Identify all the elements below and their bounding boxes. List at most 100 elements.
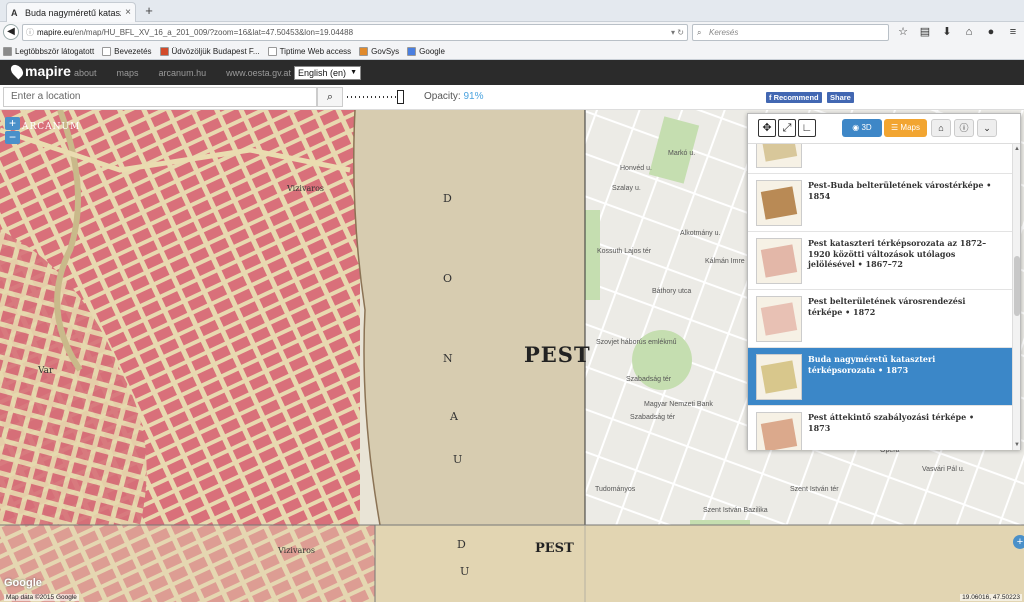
map-toolbar: Enter a location ⌕ Opacity: 91% f Recomm… <box>0 85 1024 110</box>
measure-icon[interactable]: ∟ <box>798 119 816 137</box>
info-icon[interactable]: ⓘ <box>954 119 974 137</box>
new-tab-button[interactable]: + <box>142 3 156 18</box>
tab-title: Buda nagyméretű kataszteri... <box>25 7 121 18</box>
download-icon[interactable]: ⬇ <box>939 24 955 40</box>
bookmark-icon <box>267 46 277 56</box>
maps-button[interactable]: ☰ Maps <box>884 119 927 137</box>
bookmarks-bar: Legtöbbször látogatott Bevezetés Üdvözöljü… <box>0 43 1024 60</box>
river-letter: D <box>457 538 466 551</box>
home-icon[interactable]: ⌂ <box>931 119 951 137</box>
bookmark-label: Bevezetés <box>114 46 152 56</box>
street-label: Báthory utca <box>652 288 692 295</box>
map-list: Pest-Buda belterületének várostérképe • … <box>748 144 1012 450</box>
map-list-item[interactable] <box>748 144 1012 174</box>
chevron-down-icon[interactable]: ⌄ <box>977 119 997 137</box>
river-letter: D <box>443 192 452 205</box>
scroll-down-icon[interactable]: ▼ <box>1013 442 1021 448</box>
map-label-pest: PEST <box>524 342 591 367</box>
bookmark-icon <box>159 46 169 56</box>
map-list-item[interactable]: Pest áttekintő szabályozási térképe • 18… <box>748 406 1012 450</box>
close-tab-icon[interactable]: × <box>125 7 131 18</box>
map-title: Pest-Buda belterületének várostérképe • … <box>808 180 992 201</box>
back-button[interactable]: ◀ <box>3 24 19 40</box>
river-letter: U <box>460 565 470 578</box>
expand-button[interactable]: + <box>1013 535 1024 549</box>
street-label: Honvéd u. <box>620 165 652 172</box>
menu-arcanum[interactable]: arcanum.hu <box>159 68 207 78</box>
search-icon: ⌕ <box>326 91 334 103</box>
panel-scrollbar[interactable]: ▲ ▼ <box>1012 144 1020 450</box>
river-letter: O <box>443 272 453 285</box>
bookmark-item[interactable]: Google <box>407 46 445 56</box>
chat-icon[interactable]: ● <box>983 24 999 40</box>
street-label: Szalay u. <box>612 185 641 192</box>
map-title: Pest áttekintő szabályozási térképe • 18… <box>808 412 975 433</box>
slider-handle[interactable] <box>397 90 404 104</box>
opacity-value: 91% <box>463 91 484 102</box>
location-search-button[interactable]: ⌕ <box>317 87 343 107</box>
map-list-item[interactable]: Buda nagyméretű kataszteri térképsorozat… <box>748 348 1012 406</box>
map-list-panel: ✥ ⤢ ∟ ◉ 3D ☰ Maps ⌂ ⓘ ⌄ Pest-Buda belter… <box>747 113 1021 450</box>
browser-search-input[interactable]: ⌕ Keresés <box>692 24 889 41</box>
logo-text: mapire <box>25 63 71 79</box>
location-input[interactable]: Enter a location <box>3 87 317 107</box>
facebook-share-button[interactable]: Share <box>827 92 854 103</box>
street-label: Kossuth Lajos tér <box>597 248 652 255</box>
mapire-logo[interactable]: mapire <box>8 62 71 80</box>
3d-button[interactable]: ◉ 3D <box>842 119 882 137</box>
app-header: mapire about maps arcanum.hu www.oesta.g… <box>0 60 1024 85</box>
bookmark-star-icon[interactable]: ☆ <box>895 24 911 40</box>
bookmark-icon <box>3 46 12 56</box>
bookmark-item[interactable]: Üdvözöljük Budapest F... <box>159 46 260 56</box>
map-thumbnail <box>756 296 802 342</box>
url-path: /en/map/HU_BFL_XV_16_a_201_009/?zoom=16&… <box>72 28 354 37</box>
google-logo: Google <box>4 577 42 589</box>
map-list-item[interactable]: Pest kataszteri térképsorozata az 1872–1… <box>748 232 1012 290</box>
site-info-icon[interactable]: ⓘ <box>26 25 34 40</box>
menu-icon[interactable]: ≡ <box>1005 24 1021 40</box>
bookmark-label: Google <box>419 46 445 56</box>
maps-label: Maps <box>900 123 920 132</box>
map-list-item[interactable]: Pest-Buda belterületének várostérképe • … <box>748 174 1012 232</box>
map-title: Pest belterületének városrendezési térké… <box>808 296 966 317</box>
street-label: Szent István Bazilika <box>703 507 768 514</box>
street-label: Markó u. <box>668 150 696 157</box>
bookmark-item[interactable]: Tiptime Web access <box>267 46 352 56</box>
opacity-readout: Opacity: 91% <box>424 91 483 102</box>
language-select[interactable]: English (en) ▼ <box>294 66 361 80</box>
zoom-in-button[interactable]: + <box>5 117 20 130</box>
reload-icon[interactable]: ▾ ↻ <box>671 25 684 40</box>
map-title: Buda nagyméretű kataszteri térképsorozat… <box>808 354 936 375</box>
street-label: Szovjet háborús emlékmű <box>596 339 677 346</box>
zoom-controls: + − <box>5 117 20 144</box>
resize-icon[interactable]: ⤢ <box>778 119 796 137</box>
bookmark-icon <box>102 46 112 56</box>
scroll-up-icon[interactable]: ▲ <box>1013 146 1021 152</box>
home-icon[interactable]: ⌂ <box>961 24 977 40</box>
browser-tabbar: A Buda nagyméretű kataszteri... × + <box>0 0 1024 22</box>
map-list-item[interactable]: Pest belterületének városrendezési térké… <box>748 290 1012 348</box>
menu-maps[interactable]: maps <box>117 68 139 78</box>
browser-tab[interactable]: A Buda nagyméretű kataszteri... × <box>6 2 136 22</box>
scrollbar-thumb[interactable] <box>1014 256 1020 316</box>
bookmark-icon <box>359 46 369 56</box>
map-label-vizivaros: Vizivaros <box>287 184 325 193</box>
move-icon[interactable]: ✥ <box>758 119 776 137</box>
facebook-recommend-button[interactable]: f Recommend <box>766 92 822 103</box>
bookmark-label: Tiptime Web access <box>279 46 352 56</box>
street-label: Vasvári Pál u. <box>922 466 965 473</box>
opacity-slider[interactable] <box>347 90 409 104</box>
search-icon: ⌕ <box>697 28 702 37</box>
3d-label: 3D <box>861 123 872 132</box>
bookmark-item[interactable]: Legtöbbször látogatott <box>3 46 94 56</box>
menu-about[interactable]: about <box>74 68 97 78</box>
search-placeholder: Keresés <box>709 28 739 37</box>
reading-list-icon[interactable]: ▤ <box>917 24 933 40</box>
list-icon: ☰ <box>891 123 901 132</box>
zoom-out-button[interactable]: − <box>5 131 20 144</box>
bookmark-item[interactable]: Bevezetés <box>102 46 152 56</box>
river-letter: A <box>450 410 458 423</box>
address-bar[interactable]: ⓘ mapire.eu/en/map/HU_BFL_XV_16_a_201_00… <box>22 24 688 41</box>
menu-oesta[interactable]: www.oesta.gv.at <box>226 68 291 78</box>
bookmark-item[interactable]: GovSys <box>359 46 399 56</box>
